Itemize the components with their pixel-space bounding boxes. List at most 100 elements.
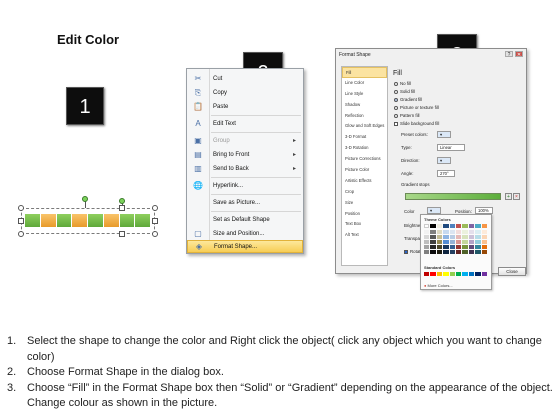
nav-item-position[interactable]: Position xyxy=(342,209,387,220)
nav-item-line-style[interactable]: Line Style xyxy=(342,89,387,100)
menu-item-size-and-position[interactable]: ▢ Size and Position... xyxy=(187,227,303,240)
menu-item-bring-to-front[interactable]: ▤ Bring to Front ▸ xyxy=(187,148,303,161)
remove-stop-icon[interactable]: × xyxy=(513,193,520,200)
nav-item-crop[interactable]: Crop xyxy=(342,187,387,198)
option-pattern-fill[interactable]: Pattern fill xyxy=(394,113,420,118)
color-label: Color xyxy=(404,209,415,214)
shape-segment[interactable] xyxy=(135,214,151,227)
gradient-stops-bar[interactable] xyxy=(405,193,501,200)
menu-item-edit-text[interactable]: A Edit Text xyxy=(187,117,303,130)
selected-shape[interactable] xyxy=(18,196,158,238)
nav-item-text-box[interactable]: Text Box xyxy=(342,219,387,230)
submenu-arrow-icon: ▸ xyxy=(293,166,297,172)
copy-icon: ⎘ xyxy=(194,87,202,97)
menu-item-hyperlink[interactable]: 🌐 Hyperlink... xyxy=(187,179,303,192)
shape-segment[interactable] xyxy=(103,214,120,227)
menu-separator xyxy=(211,115,301,116)
nav-item-picture-corrections[interactable]: Picture Corrections xyxy=(342,154,387,165)
edit-text-icon: A xyxy=(195,119,201,128)
menu-item-label: Save as Picture... xyxy=(213,199,261,206)
menu-item-label: Format Shape... xyxy=(214,243,258,250)
nav-item-line-color[interactable]: Line Color xyxy=(342,78,387,89)
nav-item-3d-format[interactable]: 3-D Format xyxy=(342,132,387,143)
resize-handle[interactable] xyxy=(152,205,158,211)
menu-separator xyxy=(211,211,301,212)
resize-handle[interactable] xyxy=(152,231,158,237)
theme-color-row[interactable] xyxy=(424,235,487,239)
more-colors-option[interactable]: ● More Colors... xyxy=(424,283,453,288)
shape-segment[interactable] xyxy=(88,214,104,227)
menu-item-copy[interactable]: ⎘ Copy xyxy=(187,86,303,99)
standard-colors-label: Standard Colors xyxy=(424,265,456,270)
option-picture-fill[interactable]: Picture or texture fill xyxy=(394,105,439,110)
type-select[interactable]: Linear xyxy=(437,144,465,151)
option-no-fill[interactable]: No fill xyxy=(394,81,411,86)
color-picker-button[interactable]: ▾ xyxy=(427,207,441,214)
menu-item-group[interactable]: ▣ Group ▸ xyxy=(187,134,303,147)
nav-item-shadow[interactable]: Shadow xyxy=(342,100,387,111)
option-slide-background-fill[interactable]: Slide background fill xyxy=(394,121,439,126)
nav-item-glow[interactable]: Glow and Soft Edges xyxy=(342,121,387,132)
option-gradient-fill[interactable]: Gradient fill xyxy=(394,97,422,102)
nav-item-3d-rotation[interactable]: 3-D Rotation xyxy=(342,143,387,154)
pane-title: Fill xyxy=(393,70,402,77)
close-button[interactable]: Close xyxy=(498,267,526,276)
nav-item-artistic-effects[interactable]: Artistic Effects xyxy=(342,176,387,187)
nav-item-size[interactable]: Size xyxy=(342,198,387,209)
type-label: Type: xyxy=(401,145,412,150)
resize-handle[interactable] xyxy=(18,218,24,224)
shape-segment[interactable] xyxy=(119,214,136,227)
nav-item-reflection[interactable]: Reflection xyxy=(342,111,387,122)
resize-handle[interactable] xyxy=(18,205,24,211)
theme-color-row[interactable] xyxy=(424,230,487,234)
help-icon[interactable]: ? xyxy=(505,51,513,58)
bring-front-icon: ▤ xyxy=(194,150,202,159)
nav-item-picture-color[interactable]: Picture Color xyxy=(342,165,387,176)
angle-input[interactable]: 270° xyxy=(437,170,455,177)
menu-item-set-default-shape[interactable]: Set as Default Shape xyxy=(187,213,303,226)
shape-segment[interactable] xyxy=(72,214,88,227)
add-stop-icon[interactable]: + xyxy=(505,193,512,200)
menu-item-label: Group xyxy=(213,137,230,144)
menu-item-label: Edit Text xyxy=(213,120,236,127)
preset-colors-dropdown[interactable]: ▾ xyxy=(437,131,451,138)
theme-color-row[interactable] xyxy=(424,224,487,228)
resize-handle[interactable] xyxy=(119,231,125,237)
checkbox-checked-icon xyxy=(404,249,408,254)
menu-item-send-to-back[interactable]: ▥ Send to Back ▸ xyxy=(187,162,303,175)
menu-item-save-as-picture[interactable]: Save as Picture... xyxy=(187,196,303,209)
menu-item-cut[interactable]: ✂ Cut xyxy=(187,72,303,85)
radio-icon xyxy=(394,89,398,94)
resize-handle[interactable] xyxy=(152,218,158,224)
submenu-arrow-icon: ▸ xyxy=(293,152,297,158)
color-wheel-icon: ● xyxy=(424,283,427,288)
shape-segment[interactable] xyxy=(56,214,73,227)
menu-item-label: Send to Back xyxy=(213,165,249,172)
instruction-list: 1. Select the shape to change the color a… xyxy=(7,334,555,412)
nav-item-fill[interactable]: Fill xyxy=(342,67,387,78)
rotation-handle-inner[interactable] xyxy=(119,198,125,204)
close-icon[interactable]: ✕ xyxy=(515,51,523,58)
option-solid-fill[interactable]: Solid fill xyxy=(394,89,415,94)
nav-item-alt-text[interactable]: Alt Text xyxy=(342,230,387,241)
direction-dropdown[interactable]: ▾ xyxy=(437,157,451,164)
arrow-segments[interactable] xyxy=(25,214,151,227)
resize-handle[interactable] xyxy=(119,205,125,211)
menu-item-format-shape[interactable]: ◈ Format Shape... xyxy=(187,240,303,253)
theme-color-row[interactable] xyxy=(424,240,487,244)
menu-item-paste[interactable]: 📋 Paste xyxy=(187,100,303,113)
rotation-handle[interactable] xyxy=(82,196,88,202)
shape-segment[interactable] xyxy=(25,214,41,227)
angle-label: Angle: xyxy=(401,171,414,176)
position-input[interactable]: 100% xyxy=(475,207,493,214)
theme-color-row[interactable] xyxy=(424,250,487,254)
theme-color-row[interactable] xyxy=(424,245,487,249)
hyperlink-icon: 🌐 xyxy=(193,181,203,190)
instruction-step: 3. Choose “Fill” in the Format Shape box … xyxy=(7,381,553,410)
shape-segment[interactable] xyxy=(40,214,57,227)
context-menu: ✂ Cut ⎘ Copy 📋 Paste A Edit Text ▣ Group… xyxy=(186,68,304,254)
standard-color-row[interactable] xyxy=(424,272,487,276)
gradient-stops-label: Gradient stops xyxy=(401,182,430,187)
resize-handle[interactable] xyxy=(18,231,24,237)
scissors-icon: ✂ xyxy=(194,74,202,83)
